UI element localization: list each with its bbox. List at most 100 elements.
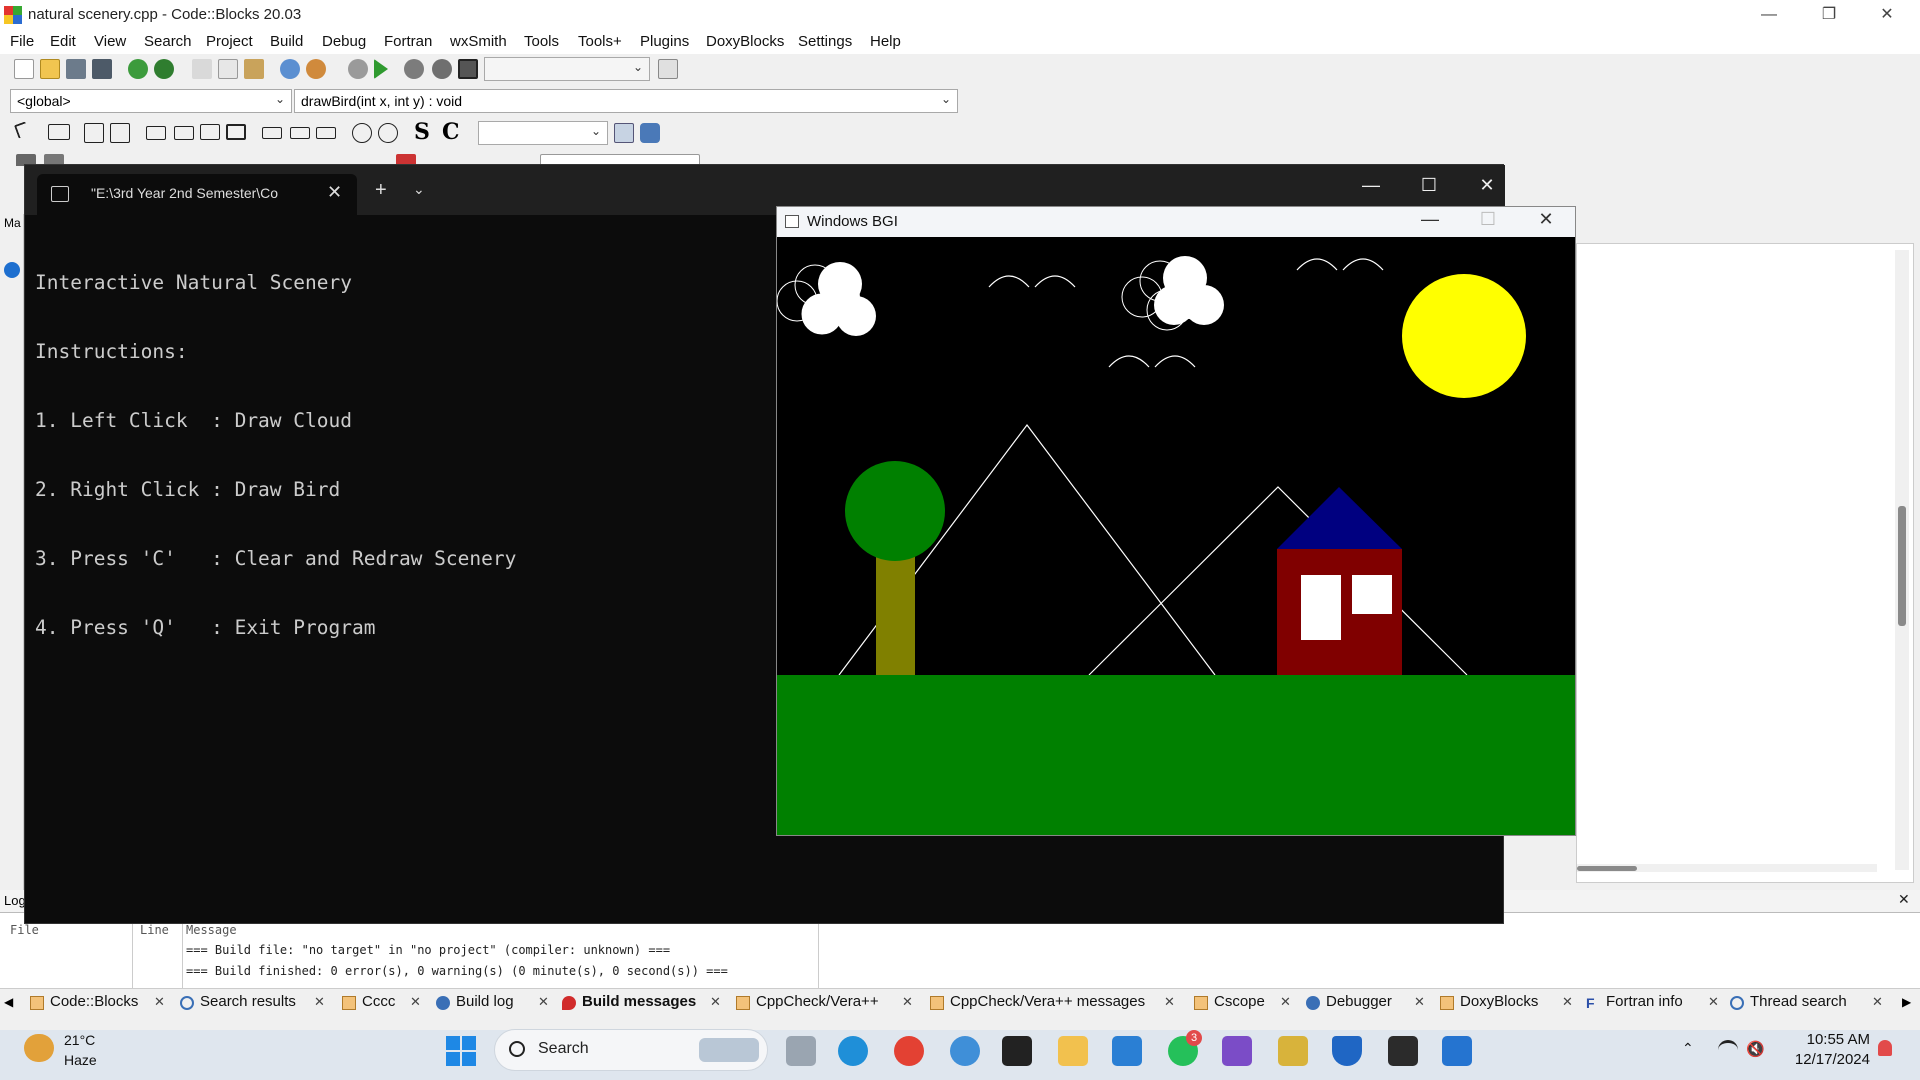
menu-search[interactable]: Search [144,33,192,50]
logs-close-icon[interactable]: ✕ [1898,891,1910,908]
tab-debugger[interactable]: Debugger ✕ [1304,993,1425,1015]
terminal-output[interactable]: Interactive Natural Scenery Instructions… [35,225,516,685]
minimize-button[interactable]: — [1740,0,1798,30]
tab-thread-search[interactable]: Thread search ✕ [1728,993,1883,1015]
close-icon[interactable]: ✕ [410,994,421,1010]
new-tab-button[interactable]: + [375,179,387,202]
h-scrollbar-thumb[interactable] [1577,866,1637,871]
restore-button[interactable]: ❐ [1800,0,1858,30]
clock-time[interactable]: 10:55 AM [1790,1031,1870,1048]
col-line[interactable]: Line [140,923,169,937]
menu-view[interactable]: View [94,33,126,50]
menu-file[interactable]: File [10,33,34,50]
pointer-icon[interactable] [13,121,31,139]
panel-icon[interactable] [48,124,70,140]
scrollbar-thumb[interactable] [1898,506,1906,626]
close-tab-icon[interactable]: ✕ [327,182,342,203]
edge-icon[interactable] [838,1036,868,1066]
find-icon[interactable] [280,59,300,79]
tab-cppcheck[interactable]: CppCheck/Vera++ ✕ [734,993,913,1015]
weather-description[interactable]: Haze [64,1052,97,1068]
codeblocks-icon[interactable] [1278,1036,1308,1066]
bgi-window[interactable]: Windows BGI — ☐ ✕ [776,206,1576,836]
close-icon[interactable]: ✕ [1414,994,1425,1010]
tab-cccc[interactable]: Cccc ✕ [340,993,421,1015]
save-icon[interactable] [66,59,86,79]
tab-cppcheck-messages[interactable]: CppCheck/Vera++ messages ✕ [928,993,1175,1015]
build-gear-icon[interactable] [348,59,368,79]
close-button[interactable]: ✕ [1523,209,1569,230]
stretch-icon[interactable]: S [414,119,430,145]
minimize-button[interactable]: — [1351,175,1391,196]
close-button[interactable]: ✕ [1467,175,1507,196]
bgi-canvas[interactable] [777,237,1575,835]
menu-doxyblocks[interactable]: DoxyBlocks [706,33,784,50]
build-run-icon[interactable] [404,59,424,79]
vscode-icon[interactable] [1112,1036,1142,1066]
intellij-icon[interactable] [1002,1036,1032,1066]
close-icon[interactable]: ✕ [902,994,913,1010]
close-icon[interactable]: ✕ [1562,994,1573,1010]
tab-build-messages[interactable]: Build messages ✕ [560,993,721,1015]
close-icon[interactable]: ✕ [1280,994,1291,1010]
show-select-target-icon[interactable] [658,59,678,79]
maximize-button[interactable]: ☐ [1409,175,1449,196]
chrome-profile-icon[interactable] [950,1036,980,1066]
chrome-icon[interactable] [894,1036,924,1066]
menu-wxsmith[interactable]: wxSmith [450,33,507,50]
visual-studio-icon[interactable] [1222,1036,1252,1066]
menu-fortran[interactable]: Fortran [384,33,432,50]
clock-date[interactable]: 12/17/2024 [1770,1051,1870,1068]
horizontal-scrollbar[interactable] [1577,864,1877,872]
file-explorer-icon[interactable] [1058,1036,1088,1066]
run-icon[interactable] [374,59,388,79]
chevron-up-icon[interactable]: ⌃ [1682,1040,1694,1057]
start-button[interactable] [446,1036,476,1066]
col-file[interactable]: File [10,923,39,937]
grid-sizer-icon[interactable] [110,123,130,143]
tab-fortran-info[interactable]: F Fortran info ✕ [1584,993,1719,1015]
replace-icon[interactable] [306,59,326,79]
close-icon[interactable]: ✕ [1872,994,1883,1010]
col-message[interactable]: Message [186,923,237,937]
build-target-select[interactable]: ⌄ [484,57,650,81]
box-sizer-icon[interactable] [146,126,166,140]
open-file-icon[interactable] [40,59,60,79]
abort-icon[interactable] [458,59,478,79]
tab-build-log[interactable]: Build log ✕ [434,993,549,1015]
menu-plugins[interactable]: Plugins [640,33,689,50]
menu-edit[interactable]: Edit [50,33,76,50]
static-box-icon[interactable] [174,126,194,140]
chevron-down-icon[interactable]: ⌄ [413,181,425,198]
tab-search-results[interactable]: Search results ✕ [178,993,325,1015]
close-icon[interactable]: ✕ [154,994,165,1010]
close-icon[interactable]: ✕ [1164,994,1175,1010]
bgi-app-icon[interactable] [1442,1036,1472,1066]
weather-icon[interactable] [24,1034,54,1062]
security-shield-icon[interactable] [1332,1036,1362,1066]
resource-select[interactable]: ⌄ [478,121,608,145]
close-button[interactable]: ✕ [1858,0,1916,30]
menu-build[interactable]: Build [270,33,303,50]
editor-scrollbar[interactable] [1895,250,1909,870]
minimize-button[interactable]: — [1407,209,1453,230]
cut-icon[interactable] [192,59,212,79]
function-select[interactable]: drawBird(int x, int y) : void ⌄ [294,89,958,113]
sizer-icon[interactable] [84,123,104,143]
maximize-button[interactable]: ☐ [1465,209,1511,230]
border-icon[interactable] [290,127,310,139]
close-icon[interactable]: ✕ [710,994,721,1010]
terminal-app-icon[interactable] [1388,1036,1418,1066]
menu-help[interactable]: Help [870,33,901,50]
new-file-icon[interactable] [14,59,34,79]
flex-grid-icon[interactable] [200,124,220,140]
center-icon[interactable]: C [442,119,460,145]
editor-panel[interactable] [1576,243,1914,883]
close-icon[interactable]: ✕ [1708,994,1719,1010]
menu-tools[interactable]: Tools [524,33,559,50]
std-button-sizer-icon[interactable] [226,124,246,140]
save-all-icon[interactable] [92,59,112,79]
scope-select[interactable]: <global> ⌄ [10,89,292,113]
tabs-scroll-right-icon[interactable]: ▶ [1902,995,1911,1009]
settings-wrench-icon[interactable] [640,123,660,143]
